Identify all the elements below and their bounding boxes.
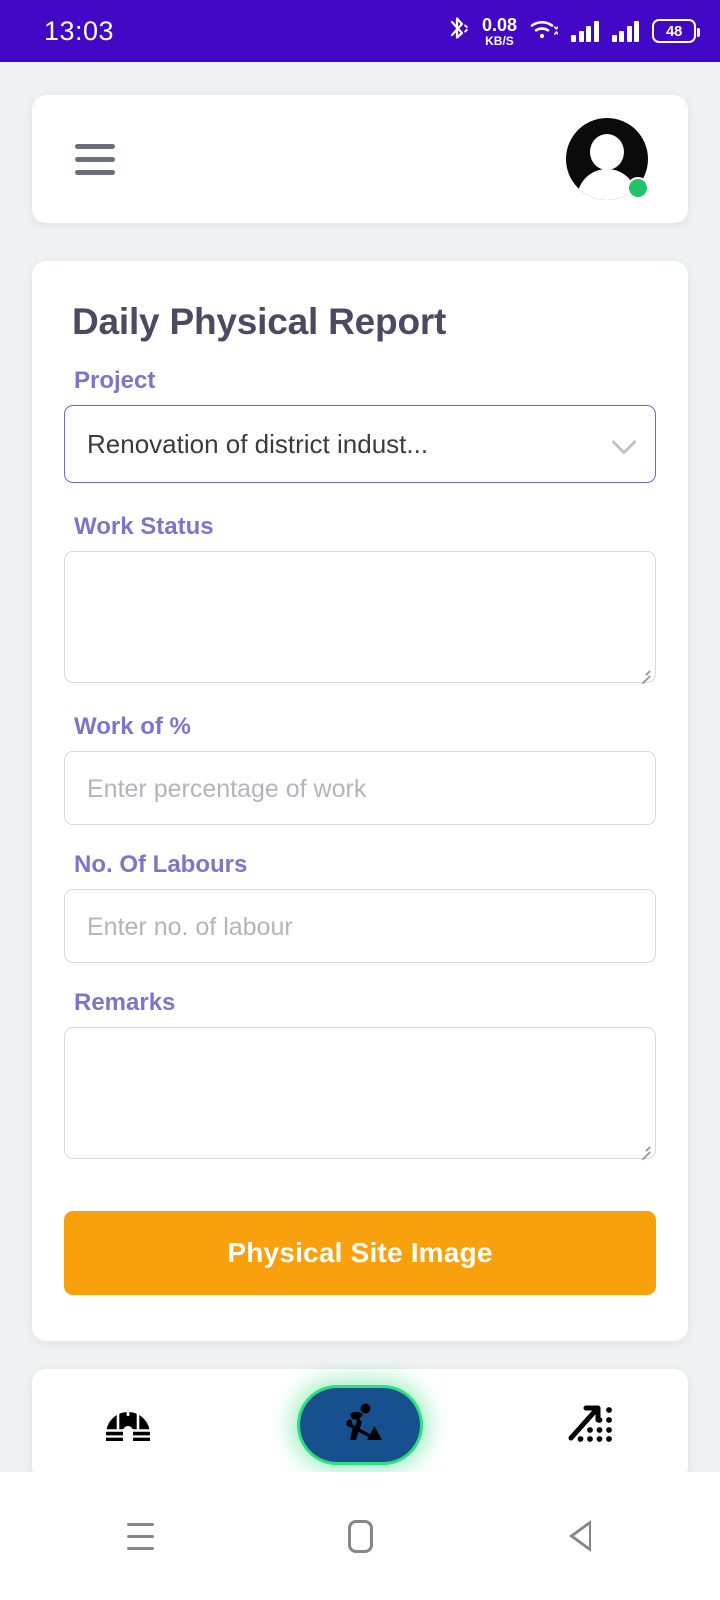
back-triangle	[569, 1520, 591, 1552]
labours-input[interactable]: Enter no. of labour	[64, 889, 656, 963]
daily-report-form-card: Daily Physical Report Project Renovation…	[32, 261, 688, 1341]
online-status-dot	[627, 177, 649, 199]
field-work-percent: Work of % Enter percentage of work	[64, 713, 656, 825]
resize-grip-icon[interactable]	[639, 667, 651, 679]
field-labours: No. Of Labours Enter no. of labour	[64, 851, 656, 963]
app-header-card	[32, 95, 688, 223]
work-percent-label: Work of %	[74, 713, 191, 740]
wifi-icon	[530, 18, 559, 45]
signal-bars-icon-sim1	[571, 20, 599, 42]
signal-bars-icon-sim2	[611, 20, 639, 42]
field-remarks: Remarks	[64, 989, 656, 1159]
work-status-label: Work Status	[74, 513, 214, 540]
labours-placeholder: Enter no. of labour	[87, 913, 293, 941]
field-work-status: Work Status	[64, 513, 656, 683]
page-title: Daily Physical Report	[72, 301, 447, 342]
project-select-value: Renovation of district indust...	[87, 428, 429, 459]
status-bar: 13:03 0.08 KB/S 48	[0, 0, 720, 62]
remarks-textarea[interactable]	[64, 1027, 656, 1159]
user-avatar-icon[interactable]	[566, 118, 649, 200]
work-percent-input[interactable]: Enter percentage of work	[64, 751, 656, 825]
field-project: Project Renovation of district indust...	[64, 367, 656, 483]
battery-icon: 48	[652, 19, 700, 43]
recents-lines	[126, 1522, 154, 1550]
avatar-head	[590, 133, 624, 170]
battery-level-text: 48	[665, 22, 683, 40]
nav-item-analytics[interactable]	[552, 1385, 632, 1465]
recents-icon[interactable]	[110, 1506, 170, 1566]
work-status-textarea[interactable]	[64, 551, 656, 683]
nav-item-igloo[interactable]	[88, 1385, 168, 1465]
bottom-navigation-bar	[32, 1369, 688, 1472]
remarks-label: Remarks	[74, 989, 176, 1016]
resize-grip-icon[interactable]	[639, 1143, 651, 1155]
network-speed-value: 0.08	[481, 14, 517, 35]
construction-worker-icon	[338, 1402, 382, 1449]
home-icon[interactable]	[330, 1506, 390, 1566]
network-speed-unit: KB/S	[485, 33, 514, 48]
labours-label: No. Of Labours	[74, 851, 248, 878]
phone-screen: 13:03 0.08 KB/S 48 Daily Physical Report…	[0, 0, 720, 1600]
work-percent-placeholder: Enter percentage of work	[87, 775, 367, 803]
hamburger-menu-icon[interactable]	[75, 143, 115, 175]
app-content: Daily Physical Report Project Renovation…	[0, 62, 720, 1472]
nav-item-construction[interactable]	[300, 1388, 420, 1462]
physical-site-image-button[interactable]: Physical Site Image	[64, 1211, 656, 1295]
project-label: Project	[74, 367, 156, 394]
home-square	[347, 1519, 373, 1553]
trending-up-dots-icon	[568, 1401, 616, 1450]
bluetooth-icon	[447, 16, 469, 47]
project-select[interactable]: Renovation of district indust...	[64, 405, 656, 483]
chevron-down-icon	[611, 429, 637, 455]
back-icon[interactable]	[550, 1506, 610, 1566]
status-bar-clock: 13:03	[44, 15, 115, 46]
network-speed: 0.08 KB/S	[482, 16, 517, 47]
status-bar-icons: 0.08 KB/S 48	[447, 16, 700, 47]
android-system-navigation	[0, 1472, 720, 1600]
igloo-icon	[105, 1404, 151, 1447]
